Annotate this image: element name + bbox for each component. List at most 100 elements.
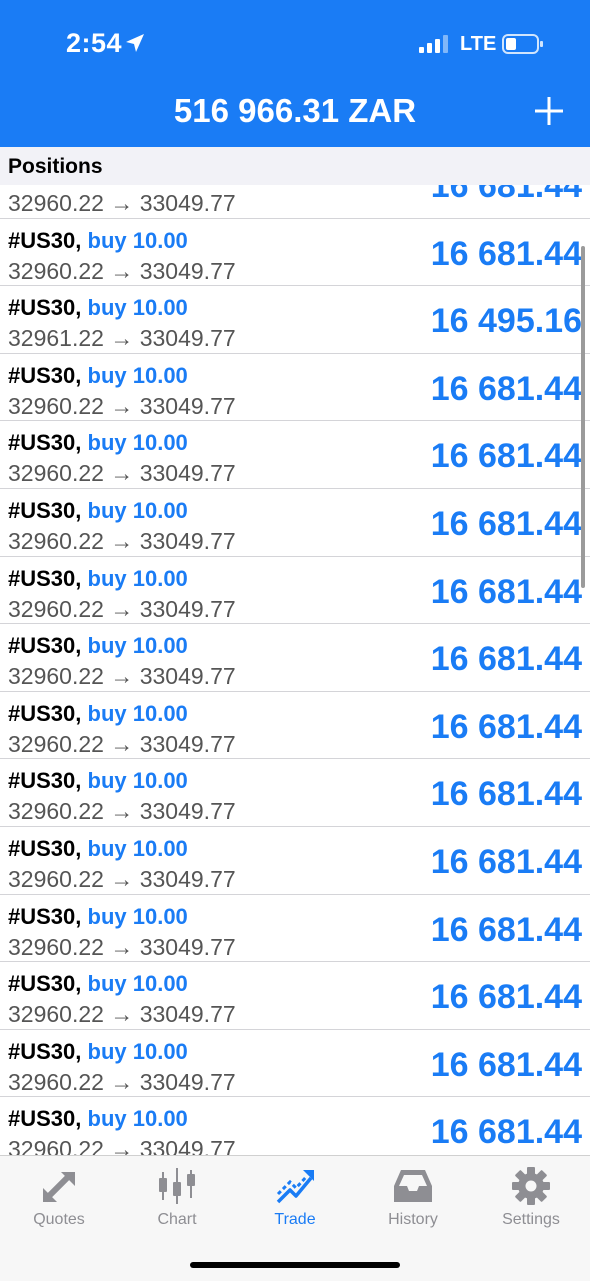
position-profit: 16 681.44 xyxy=(430,640,582,679)
position-profit: 16 681.44 xyxy=(430,437,582,476)
position-symbol: #US30, xyxy=(8,633,82,659)
position-prices: 32961.22 → 33049.77 xyxy=(8,325,236,352)
position-profit: 16 681.44 xyxy=(430,1045,582,1084)
price-arrow: → xyxy=(110,527,134,554)
position-row[interactable]: #US30, buy 10.00 32960.22 → 33049.77 16 68… xyxy=(0,421,590,489)
position-symbol: #US30, xyxy=(8,362,82,388)
current-price: 33049.77 xyxy=(139,865,236,892)
open-price: 32960.22 xyxy=(8,595,104,622)
current-price: 33049.77 xyxy=(139,257,236,284)
position-symbol: #US30, xyxy=(8,430,82,456)
position-title: #US30, buy 10.00 xyxy=(8,1039,188,1065)
position-title: #US30, buy 10.00 xyxy=(8,228,188,254)
position-prices: 32960.22 → 33049.77 xyxy=(8,528,236,555)
open-price: 32960.22 xyxy=(8,527,104,554)
position-row[interactable]: #US30, buy 10.00 32961.22 → 33049.77 16 49… xyxy=(0,286,590,354)
open-price: 32960.22 xyxy=(8,257,104,284)
position-prices: 32960.22 → 33049.77 xyxy=(8,934,236,961)
position-side-volume: buy 10.00 xyxy=(87,497,188,523)
position-side-volume: buy 10.00 xyxy=(87,430,188,456)
position-profit: 16 681.44 xyxy=(430,572,582,611)
position-symbol: #US30, xyxy=(8,1106,82,1132)
position-title: #US30, buy 10.00 xyxy=(8,295,188,321)
position-row[interactable]: #US30, buy 10.00 32960.22 → 33049.77 16 68… xyxy=(0,556,590,625)
price-arrow: → xyxy=(110,1068,134,1095)
price-arrow: → xyxy=(110,933,134,960)
price-arrow: → xyxy=(110,1136,134,1155)
position-symbol: #US30, xyxy=(8,903,82,929)
home-indicator xyxy=(190,1262,400,1268)
position-title: #US30, buy 10.00 xyxy=(8,971,188,997)
position-symbol: #US30, xyxy=(8,295,82,321)
position-title: #US30, buy 10.00 xyxy=(8,185,188,186)
position-row[interactable]: #US30, buy 10.00 32960.22 → 33049.77 16 68… xyxy=(0,1097,590,1155)
positions-section-header: Positions xyxy=(0,147,590,185)
price-arrow: → xyxy=(110,595,134,622)
position-symbol: #US30, xyxy=(8,768,82,794)
current-price: 33049.77 xyxy=(139,1068,236,1095)
position-prices: 32960.22 → 33049.77 xyxy=(8,460,236,487)
position-row[interactable]: #US30, buy 10.00 32960.22 → 33049.77 16 68… xyxy=(0,759,590,827)
current-price: 33049.77 xyxy=(139,933,236,960)
open-price: 32960.22 xyxy=(8,392,104,419)
open-price: 32960.22 xyxy=(8,1068,104,1095)
position-row[interactable]: #US30, buy 10.00 32960.22 → 33049.77 16 68… xyxy=(0,353,590,422)
positions-list[interactable]: #US30, buy 10.00 32960.22 → 33049.77 16 68… xyxy=(0,185,590,1155)
trend-up-icon xyxy=(276,1170,314,1204)
position-profit: 16 681.44 xyxy=(430,978,582,1017)
position-prices: 32960.22 → 33049.77 xyxy=(8,866,236,893)
position-row[interactable]: #US30, buy 10.00 32960.22 → 33049.77 16 68… xyxy=(0,218,590,287)
account-balance: 516 966.31 ZAR xyxy=(173,92,417,129)
position-title: #US30, buy 10.00 xyxy=(8,768,188,794)
tab-quotes[interactable]: Quotes xyxy=(0,1156,118,1246)
position-profit: 16 681.44 xyxy=(430,707,582,746)
position-row[interactable]: #US30, buy 10.00 32960.22 → 33049.77 16 68… xyxy=(0,962,590,1030)
open-price: 32960.22 xyxy=(8,730,104,757)
open-price: 32960.22 xyxy=(8,1136,104,1155)
tab-history[interactable]: History xyxy=(354,1156,472,1246)
position-symbol: #US30, xyxy=(8,497,82,523)
position-side-volume: buy 10.00 xyxy=(87,700,188,726)
current-price: 33049.77 xyxy=(139,1001,236,1028)
current-price: 33049.77 xyxy=(139,460,236,487)
position-row[interactable]: #US30, buy 10.00 32960.22 → 33049.77 16 68… xyxy=(0,691,590,760)
price-arrow: → xyxy=(110,798,134,825)
open-price: 32960.22 xyxy=(8,663,104,690)
price-arrow: → xyxy=(110,190,134,216)
position-row[interactable]: #US30, buy 10.00 32960.22 → 33049.77 16 68… xyxy=(0,624,590,692)
tab-label-settings: Settings xyxy=(502,1211,560,1228)
position-row[interactable]: #US30, buy 10.00 32960.22 → 33049.77 16 68… xyxy=(0,185,590,219)
position-side-volume: buy 10.00 xyxy=(87,295,188,321)
top-bar: 2:54 LTE 516 966.31 ZAR xyxy=(0,0,590,147)
position-prices: 32960.22 → 33049.77 xyxy=(8,596,236,623)
current-price: 33049.77 xyxy=(139,392,236,419)
price-arrow: → xyxy=(110,730,134,757)
position-title: #US30, buy 10.00 xyxy=(8,633,188,659)
price-arrow: → xyxy=(110,865,134,892)
tab-chart[interactable]: Chart xyxy=(118,1156,236,1246)
price-arrow: → xyxy=(110,325,134,352)
plus-icon[interactable] xyxy=(534,96,564,131)
open-price: 32960.22 xyxy=(8,460,104,487)
position-row[interactable]: #US30, buy 10.00 32960.22 → 33049.77 16 68… xyxy=(0,1029,590,1098)
position-symbol: #US30, xyxy=(8,227,82,253)
position-symbol: #US30, xyxy=(8,700,82,726)
position-row[interactable]: #US30, buy 10.00 32960.22 → 33049.77 16 68… xyxy=(0,488,590,557)
gear-icon xyxy=(512,1167,550,1205)
scrollbar[interactable] xyxy=(581,246,585,588)
position-row[interactable]: #US30, buy 10.00 32960.22 → 33049.77 16 68… xyxy=(0,826,590,895)
open-price: 32960.22 xyxy=(8,190,104,216)
current-price: 33049.77 xyxy=(139,730,236,757)
position-side-volume: buy 10.00 xyxy=(87,227,188,253)
position-side-volume: buy 10.00 xyxy=(87,362,188,388)
price-arrow: → xyxy=(110,1001,134,1028)
tab-settings[interactable]: Settings xyxy=(472,1156,590,1246)
position-profit: 16 681.44 xyxy=(430,1113,582,1152)
tab-label-history: History xyxy=(388,1211,438,1228)
inbox-icon xyxy=(394,1170,432,1202)
position-row[interactable]: #US30, buy 10.00 32960.22 → 33049.77 16 68… xyxy=(0,894,590,963)
current-price: 33049.77 xyxy=(139,325,236,352)
tab-label-chart: Chart xyxy=(157,1211,197,1228)
open-price: 32960.22 xyxy=(8,1001,104,1028)
tab-trade[interactable]: Trade xyxy=(236,1156,354,1246)
